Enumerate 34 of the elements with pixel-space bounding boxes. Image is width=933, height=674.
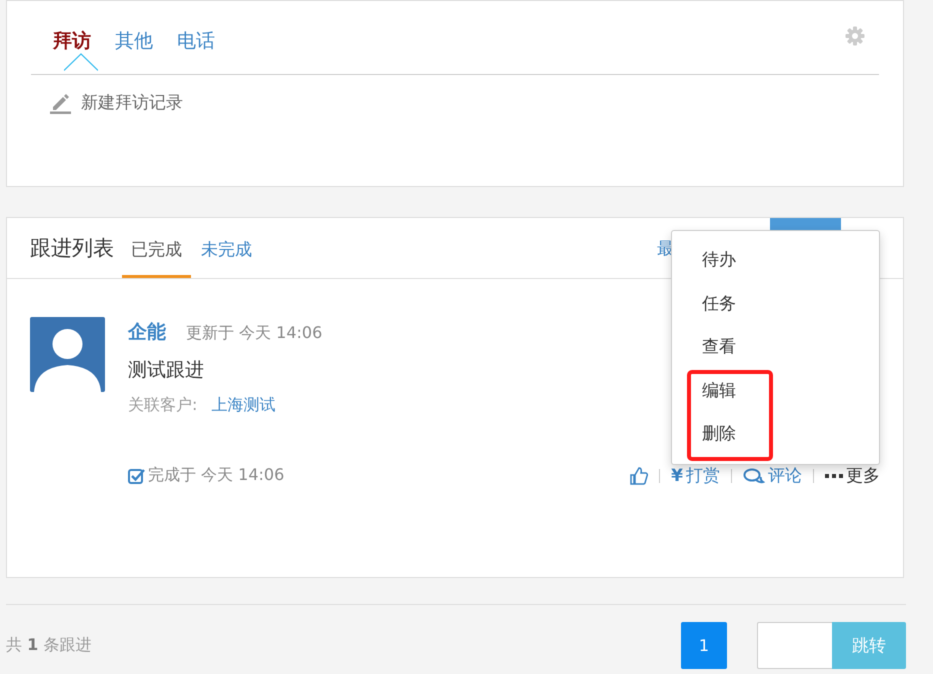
followup-content: 测试跟进 — [128, 358, 205, 383]
customer-link[interactable]: 上海测试 — [211, 395, 276, 416]
pencil-icon — [49, 92, 71, 114]
more-button[interactable]: 更多 — [825, 464, 880, 487]
page-input[interactable] — [757, 622, 832, 668]
more-icon — [825, 472, 843, 478]
like-button[interactable] — [630, 466, 648, 484]
sort-link[interactable]: 最 — [657, 236, 674, 260]
menu-item[interactable]: 编辑 — [672, 370, 879, 413]
author-link[interactable]: 企能 — [128, 319, 166, 345]
jump-button[interactable]: 跳转 — [832, 622, 906, 668]
total-count: 共 1 条跟进 — [6, 634, 92, 656]
new-visit-link[interactable]: 新建拜访记录 — [81, 91, 183, 114]
checkbox-icon — [128, 468, 145, 484]
menu-item[interactable]: 任务 — [672, 282, 879, 326]
tab[interactable]: 其他 — [105, 6, 163, 70]
customer-label: 关联客户: — [128, 395, 198, 416]
tab[interactable]: 已完成 — [122, 218, 191, 278]
comment-icon — [743, 468, 765, 484]
page-button[interactable]: 1 — [681, 622, 727, 668]
settings-icon[interactable] — [845, 26, 865, 46]
menu-item[interactable]: 删除 — [672, 413, 879, 456]
thumbs-up-icon — [630, 466, 648, 484]
menu-item[interactable]: 待办 — [672, 239, 879, 282]
tab[interactable]: 拜访 — [31, 6, 101, 70]
tab-pointer-icon — [64, 52, 98, 70]
menu-item[interactable]: 查看 — [672, 326, 879, 370]
comment-button[interactable]: 评论 — [743, 464, 802, 487]
reward-button[interactable]: ¥ 打赏 — [671, 464, 720, 487]
list-title: 跟进列表 — [30, 235, 114, 262]
tab[interactable]: 未完成 — [192, 218, 261, 278]
updated-time: 更新于 今天 14:06 — [186, 323, 322, 344]
completed-time: 完成于 今天 14:06 — [148, 465, 284, 486]
tab[interactable]: 电话 — [167, 6, 225, 70]
